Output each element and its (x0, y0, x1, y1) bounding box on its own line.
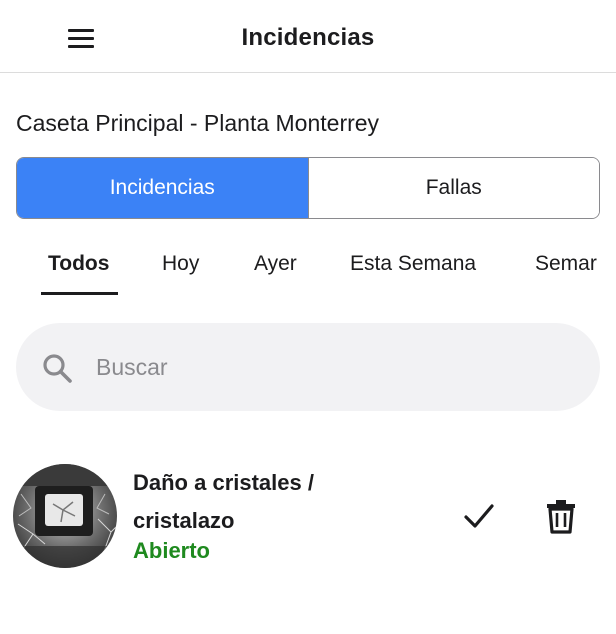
incident-status-badge: Abierto (133, 538, 210, 563)
date-filter-tabs: Todos Hoy Ayer Esta Semana Semar (0, 240, 616, 300)
incident-thumbnail (13, 464, 117, 568)
filter-tab-semana-pasada[interactable]: Semar (535, 252, 597, 276)
filter-tab-hoy[interactable]: Hoy (162, 252, 199, 276)
active-tab-indicator (41, 292, 118, 295)
search-bar (16, 323, 600, 411)
app-header: Incidencias (0, 0, 616, 73)
broken-glass-photo-icon (13, 464, 117, 568)
search-icon (43, 354, 72, 383)
filter-tab-ayer[interactable]: Ayer (254, 252, 297, 276)
location-label: Caseta Principal - Planta Monterrey (16, 110, 380, 136)
incident-title: Daño a cristales / cristalazo (133, 470, 314, 533)
incident-list-item[interactable]: Daño a cristales / cristalazo Abierto (0, 450, 616, 580)
trash-icon[interactable] (544, 498, 578, 534)
page-title: Incidencias (241, 24, 375, 51)
segmented-control: Incidencias Fallas (16, 157, 600, 219)
check-icon[interactable] (460, 498, 498, 534)
filter-tab-esta-semana[interactable]: Esta Semana (350, 252, 476, 276)
filter-tab-todos[interactable]: Todos (48, 252, 109, 276)
segment-fallas[interactable]: Fallas (307, 158, 599, 218)
segment-incidencias[interactable]: Incidencias (17, 158, 308, 218)
search-input[interactable] (96, 347, 576, 387)
